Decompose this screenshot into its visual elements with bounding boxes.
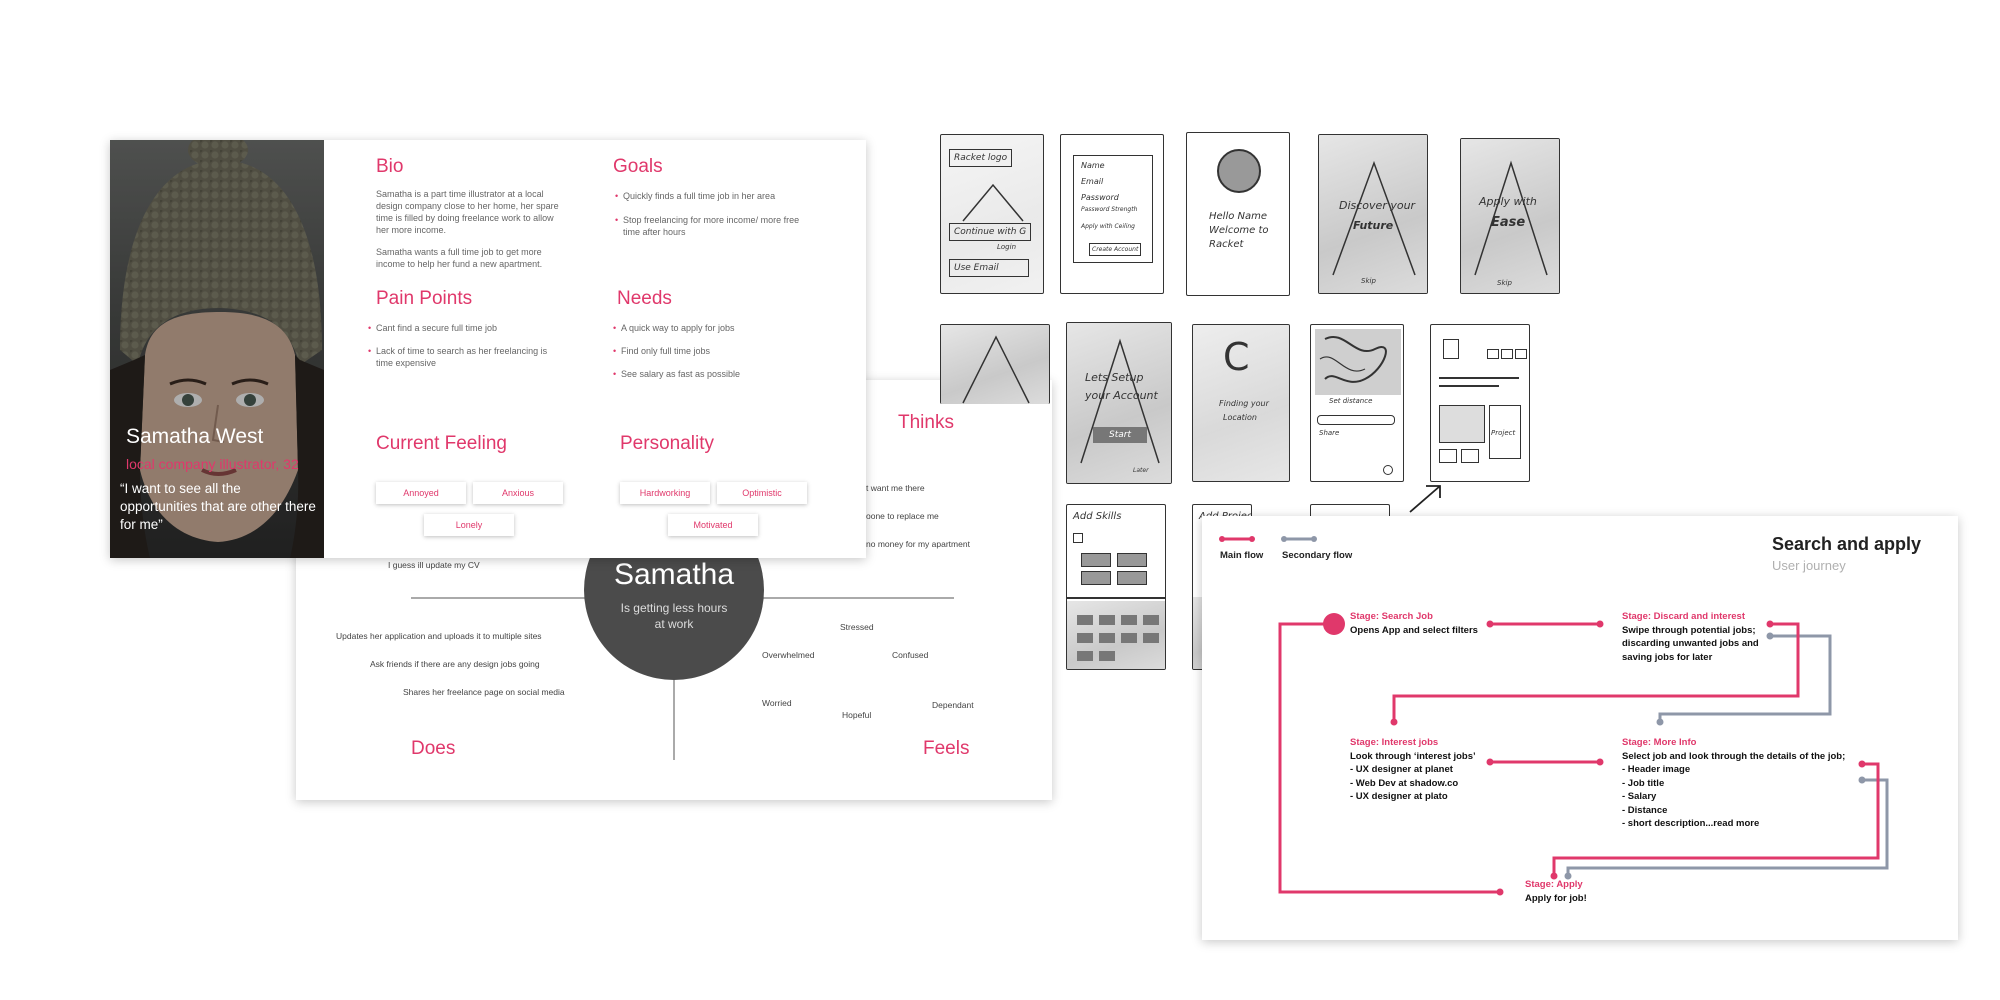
need-item: A quick way to apply for jobs bbox=[613, 322, 811, 334]
legend-main-label: Main flow bbox=[1220, 550, 1264, 561]
sketch-text: Skip bbox=[1497, 279, 1512, 287]
bio-title: Bio bbox=[376, 156, 404, 177]
sketch-text: Welcome to bbox=[1209, 225, 1269, 236]
sketch-distance-map: Set distance Share bbox=[1310, 324, 1404, 482]
sketch-text: Location bbox=[1223, 413, 1257, 422]
sketch-login: Racket logo Continue with G Login Use Em… bbox=[940, 134, 1044, 294]
personality-title: Personality bbox=[620, 433, 714, 454]
stage-more-info: Stage: More Info Select job and look thr… bbox=[1622, 737, 1846, 829]
goals-title: Goals bbox=[613, 156, 663, 177]
sketch-location: C Finding your Location bbox=[1192, 324, 1290, 482]
sketch-text: Discover your bbox=[1339, 199, 1416, 212]
sketch-mountain bbox=[940, 324, 1050, 404]
sketch-text: Racket bbox=[1209, 239, 1244, 250]
sketch-text: Later bbox=[1133, 467, 1149, 474]
need-item: See salary as fast as possible bbox=[613, 368, 811, 380]
feels-title: Feels bbox=[923, 738, 970, 759]
feels-note: Hopeful bbox=[842, 710, 872, 720]
center-subtext: Is getting less hours at work bbox=[620, 601, 728, 631]
legend-secondary-label: Secondary flow bbox=[1282, 550, 1353, 561]
persona-name: Samatha West bbox=[126, 425, 264, 448]
trait-chip: Motivated bbox=[668, 514, 758, 536]
does-title: Does bbox=[411, 738, 456, 759]
sketch-text: Share bbox=[1319, 429, 1340, 437]
sketch-welcome: Hello Name Welcome to Racket bbox=[1186, 132, 1290, 296]
sketch-text: Ease bbox=[1491, 215, 1526, 230]
sketch-text: your Account bbox=[1085, 389, 1158, 402]
needs-title: Needs bbox=[617, 288, 672, 309]
current-feeling-title: Current Feeling bbox=[376, 433, 507, 454]
feels-note: Overwhelmed bbox=[762, 650, 815, 660]
user-journey-card: Main flow Secondary flow Search and appl… bbox=[1202, 516, 1958, 940]
sketch-text: Create Account bbox=[1089, 243, 1142, 256]
center-name: Samatha bbox=[613, 558, 735, 591]
trait-chip: Optimistic bbox=[717, 482, 807, 504]
sketch-text: Skip bbox=[1361, 277, 1376, 285]
sketch-text: Future bbox=[1353, 219, 1394, 232]
sketch-signup: Name Email Password Password Strength Ap… bbox=[1060, 134, 1164, 294]
feels-note: Dependant bbox=[932, 700, 974, 710]
sketch-text: Use Email bbox=[949, 259, 1029, 277]
goal-item: Quickly finds a full time job in her are… bbox=[615, 190, 813, 202]
feeling-chip: Annoyed bbox=[376, 482, 466, 504]
sketch-text: Continue with G bbox=[949, 223, 1032, 241]
journey-title: Search and apply bbox=[1772, 534, 1922, 554]
persona-role: local company illustrator, 32 bbox=[126, 456, 299, 472]
sketch-text: Hello Name bbox=[1209, 211, 1268, 222]
sketch-text: Password Strength bbox=[1081, 206, 1138, 213]
feeling-chip: Lonely bbox=[424, 514, 514, 536]
sketch-text: Add Skills bbox=[1073, 511, 1122, 522]
feels-note: Stressed bbox=[840, 622, 874, 632]
bio-paragraph: Samatha is a part time illustrator at a … bbox=[376, 189, 559, 235]
arrow-icon bbox=[1409, 485, 1441, 513]
need-item: Find only full time jobs bbox=[613, 345, 811, 357]
persona-quote: “I want to see all the opportunities tha… bbox=[120, 481, 316, 532]
feels-note: Worried bbox=[762, 698, 792, 708]
sketch-text: Finding your bbox=[1219, 399, 1269, 408]
persona-card: Samatha West local company illustrator, … bbox=[110, 140, 866, 558]
sketch-onboard-ease: Apply with Ease Skip bbox=[1460, 138, 1560, 294]
does-note: Shares her freelance page on social medi… bbox=[403, 687, 565, 697]
sketch-text: Project bbox=[1491, 429, 1516, 437]
thinks-note: t want me there bbox=[866, 483, 925, 493]
goal-item: Stop freelancing for more income/ more f… bbox=[615, 214, 813, 238]
start-node bbox=[1323, 613, 1345, 635]
journey-subtitle: User journey bbox=[1772, 558, 1846, 573]
stage-interest-jobs: Stage: Interest jobs Look through ‘inter… bbox=[1350, 737, 1476, 802]
sketch-text: Set distance bbox=[1329, 397, 1373, 405]
sketch-text: Name bbox=[1081, 161, 1105, 170]
sketch-setup: Lets Setup your Account Start Later bbox=[1066, 322, 1172, 484]
pain-points-title: Pain Points bbox=[376, 288, 473, 309]
thinks-note: oone to replace me bbox=[866, 511, 939, 521]
sketch-text: Password bbox=[1081, 193, 1119, 202]
does-note: Ask friends if there are any design jobs… bbox=[370, 659, 540, 669]
journey-flow-lines bbox=[1219, 536, 1889, 896]
sketch-text: Apply with bbox=[1479, 195, 1537, 208]
sketch-text: Email bbox=[1081, 177, 1104, 186]
sketch-profile: Project bbox=[1430, 324, 1530, 482]
does-note: Updates her application and uploads it t… bbox=[336, 631, 542, 641]
stage-apply: Stage: Apply Apply for job! bbox=[1525, 879, 1587, 904]
sketch-text: Login bbox=[997, 243, 1017, 251]
sketch-text: Start bbox=[1093, 427, 1147, 443]
sketch-text: Racket logo bbox=[949, 149, 1013, 167]
sketch-text: Apply with Ceiling bbox=[1081, 223, 1135, 230]
pain-point-item: Cant find a secure full time job bbox=[368, 322, 566, 334]
feeling-chip: Anxious bbox=[473, 482, 563, 504]
stage-discard-interest: Stage: Discard and interest Swipe throug… bbox=[1622, 611, 1759, 663]
stage-search-job: Stage: Search Job Opens App and select f… bbox=[1350, 611, 1478, 636]
sketch-text: C bbox=[1223, 335, 1250, 379]
pain-point-item: Lack of time to search as her freelancin… bbox=[368, 345, 566, 369]
sketch-add-skills: Add Skills bbox=[1066, 504, 1166, 670]
sketch-text: Lets Setup bbox=[1085, 371, 1144, 384]
says-note: I guess ill update my CV bbox=[388, 560, 480, 570]
feels-note: Confused bbox=[892, 650, 929, 660]
sketch-onboard-future: Discover your Future Skip bbox=[1318, 134, 1428, 294]
trait-chip: Hardworking bbox=[620, 482, 710, 504]
bio-paragraph: Samatha wants a full time job to get mor… bbox=[376, 247, 543, 269]
